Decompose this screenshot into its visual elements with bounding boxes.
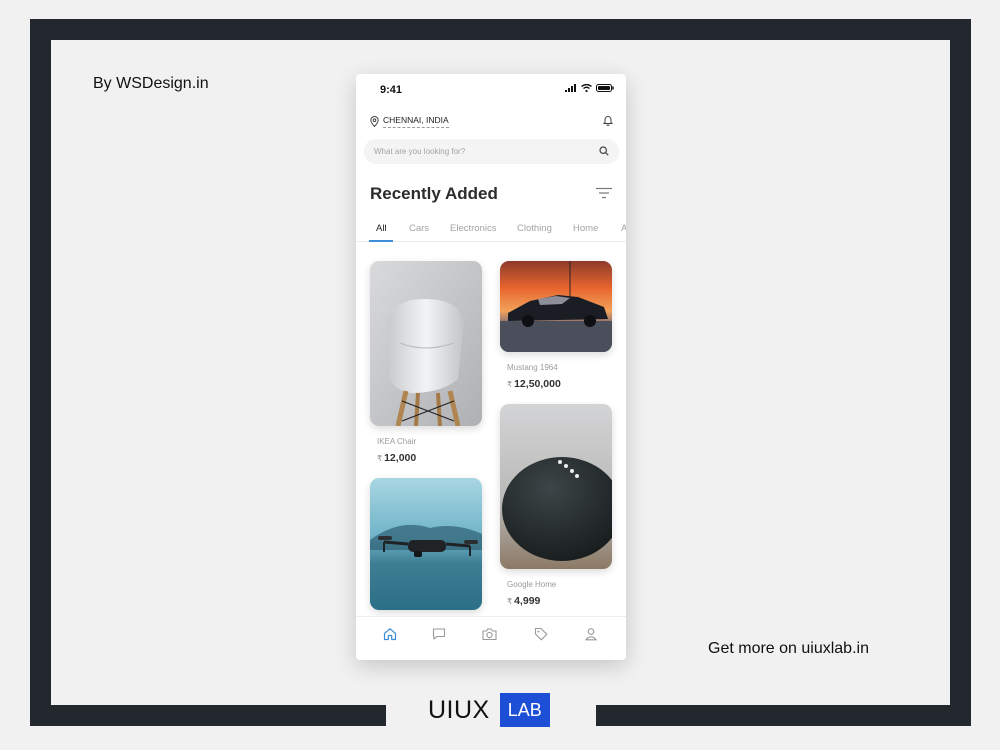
product-image-mustang[interactable] [500, 261, 612, 352]
status-icons [565, 84, 614, 92]
product-image-ikea-chair[interactable] [370, 261, 482, 426]
phone-screen: 9:41 CHENNAI, INDIA What are you looking… [356, 74, 626, 660]
product-price: ₹12,000 [377, 452, 416, 464]
product-price: ₹12,50,000 [507, 378, 561, 390]
filter-icon[interactable] [596, 187, 612, 199]
product-image-drone[interactable] [370, 478, 482, 610]
chat-icon[interactable] [432, 627, 446, 641]
tab-cars[interactable]: Cars [409, 223, 429, 234]
price-value: 12,000 [384, 452, 417, 464]
wifi-icon [581, 84, 592, 92]
location-label: CHENNAI, INDIA [383, 115, 449, 128]
tab-more[interactable]: A [621, 223, 626, 234]
bell-icon[interactable] [603, 115, 613, 126]
signal-icon [565, 84, 576, 92]
camera-icon[interactable] [482, 627, 497, 641]
search-input[interactable]: What are you looking for? [374, 147, 465, 156]
credit-text: By WSDesign.in [93, 75, 209, 92]
section-title: Recently Added [370, 184, 498, 203]
brand-uiux: UIUX [428, 695, 490, 724]
category-tabs: All Cars Electronics Clothing Home A [356, 214, 626, 242]
tab-electronics[interactable]: Electronics [450, 223, 496, 234]
brand-logo: UIUX LAB [428, 693, 550, 727]
location-pin-icon [370, 116, 379, 127]
status-time: 9:41 [380, 84, 403, 96]
search-icon[interactable] [599, 146, 609, 156]
price-value: 12,50,000 [514, 378, 561, 390]
home-icon[interactable] [383, 627, 397, 641]
battery-icon [596, 84, 614, 92]
profile-icon[interactable] [584, 627, 598, 641]
more-link[interactable]: Get more on uiuxlab.in [708, 640, 869, 658]
product-name: IKEA Chair [377, 437, 417, 446]
product-name: Mustang 1964 [507, 363, 558, 372]
bottom-navigation [356, 616, 626, 660]
product-name: Google Home [507, 580, 557, 589]
active-tab-indicator [369, 240, 393, 242]
search-bar[interactable]: What are you looking for? [364, 139, 619, 164]
currency-symbol: ₹ [507, 380, 513, 389]
product-image-google-home[interactable] [500, 404, 612, 569]
tag-icon[interactable] [534, 627, 548, 641]
brand-lab-badge: LAB [499, 693, 550, 727]
tab-all[interactable]: All [376, 223, 387, 234]
currency-symbol: ₹ [507, 597, 513, 606]
location-selector[interactable]: CHENNAI, INDIA [370, 115, 449, 128]
product-price: ₹4,999 [507, 595, 540, 607]
currency-symbol: ₹ [377, 454, 383, 463]
tab-home[interactable]: Home [573, 223, 598, 234]
price-value: 4,999 [514, 595, 541, 607]
tab-clothing[interactable]: Clothing [517, 223, 552, 234]
status-bar: 9:41 [356, 74, 626, 108]
